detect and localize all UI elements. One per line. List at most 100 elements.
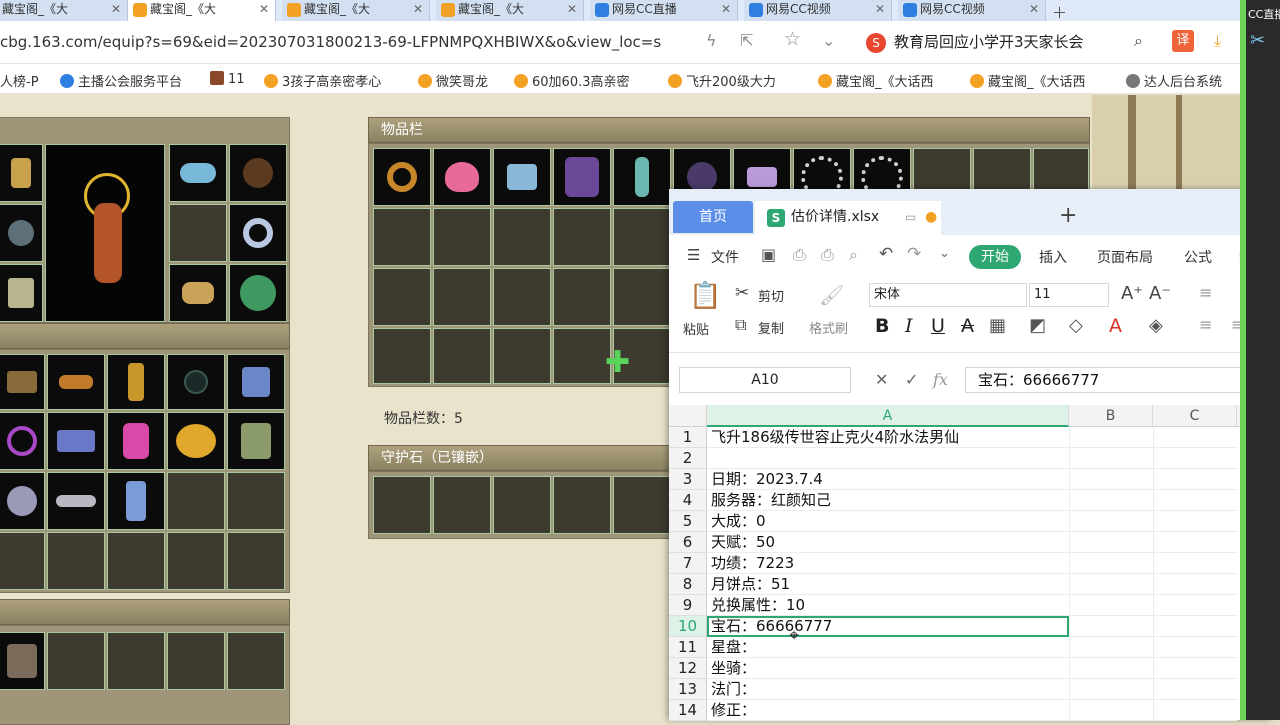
bag-slot[interactable] <box>107 472 165 530</box>
bag-slot[interactable] <box>0 412 45 470</box>
empty-slot[interactable] <box>167 472 225 530</box>
url-field[interactable]: cbg.163.com/equip?s=69&eid=2023070318002… <box>0 33 690 51</box>
browser-tab[interactable]: 藏宝阁_《大 ✕ <box>0 0 128 21</box>
cell-c[interactable] <box>1153 448 1237 469</box>
menu-home[interactable]: 开始 <box>969 245 1021 269</box>
screen-icon[interactable]: ▭ <box>905 201 916 233</box>
cut-button[interactable]: 剪切 <box>758 286 784 305</box>
close-tab-icon[interactable]: ✕ <box>1029 0 1039 19</box>
cell-c[interactable] <box>1153 469 1237 490</box>
cell-a[interactable]: 星盘： <box>707 637 1069 658</box>
inventory-slot[interactable] <box>553 148 611 206</box>
cell-b[interactable] <box>1069 490 1153 511</box>
formula-input[interactable]: 宝石：66666777 <box>965 367 1247 393</box>
browser-tab[interactable]: 藏宝阁_《大 ✕ <box>436 0 584 21</box>
cell-b[interactable] <box>1069 700 1153 721</box>
bag-slot[interactable] <box>167 354 225 410</box>
row-header[interactable]: 12 <box>669 658 707 679</box>
empty-slot[interactable] <box>433 476 491 534</box>
cell-b[interactable] <box>1069 658 1153 679</box>
translate-icon[interactable]: 译 <box>1172 30 1194 52</box>
close-tab-icon[interactable]: ✕ <box>721 0 731 19</box>
equipment-slot[interactable] <box>0 264 43 322</box>
close-tab-icon[interactable]: ✕ <box>875 0 885 19</box>
print-icon[interactable]: ⎙ <box>821 245 834 265</box>
empty-slot[interactable] <box>107 632 165 690</box>
cell-c[interactable] <box>1153 637 1237 658</box>
cell-c[interactable] <box>1153 658 1237 679</box>
cell-a[interactable]: 功绩：7223 <box>707 553 1069 574</box>
row-header[interactable]: 8 <box>669 574 707 595</box>
format-painter-button[interactable]: 格式刷 <box>809 318 848 337</box>
empty-slot[interactable] <box>553 208 611 266</box>
cell-b[interactable] <box>1069 511 1153 532</box>
empty-slot[interactable] <box>493 208 551 266</box>
row-header[interactable]: 10 <box>669 616 707 637</box>
preview-icon[interactable]: ⌕ <box>849 245 858 265</box>
empty-slot[interactable] <box>433 328 491 384</box>
corner-select-all[interactable] <box>669 405 707 427</box>
row-header[interactable]: 5 <box>669 511 707 532</box>
cell-b[interactable] <box>1069 553 1153 574</box>
italic-icon[interactable]: I <box>905 315 913 337</box>
empty-slot[interactable] <box>227 532 285 590</box>
cell-a[interactable]: 服务器：红颜知己 <box>707 490 1069 511</box>
bookmark-item[interactable]: 3孩子高亲密孝心 <box>264 71 381 90</box>
cell-c[interactable] <box>1153 679 1237 700</box>
cell-c[interactable] <box>1153 700 1237 721</box>
empty-slot[interactable] <box>433 208 491 266</box>
align-top-icon[interactable]: ≡ <box>1199 283 1212 302</box>
bookmark-item[interactable]: 达人后台系统 <box>1126 71 1222 90</box>
font-color-icon[interactable]: A <box>1109 315 1122 337</box>
cell-b[interactable] <box>1069 427 1153 448</box>
browser-tab[interactable]: 藏宝阁_《大 ✕ <box>282 0 430 21</box>
row-header[interactable]: 9 <box>669 595 707 616</box>
file-tab[interactable]: S 估价详情.xlsx ▭ ● <box>755 201 941 235</box>
browser-tab[interactable]: 网易CC直播 ✕ <box>590 0 738 21</box>
cell-b[interactable] <box>1069 595 1153 616</box>
cell-a[interactable]: 修正： <box>707 700 1069 721</box>
inventory-slot[interactable] <box>373 148 431 206</box>
cell-a[interactable]: 飞升186级传世容止克火4阶水法男仙 <box>707 427 1069 448</box>
cell-c[interactable] <box>1153 553 1237 574</box>
underline-icon[interactable]: U <box>931 315 945 337</box>
copy-icon[interactable]: ⧉ <box>735 315 746 335</box>
new-tab-icon[interactable]: + <box>1059 203 1077 228</box>
cut-icon[interactable]: ✂ <box>735 283 749 303</box>
bookmark-item[interactable]: 主播公会服务平台 <box>60 71 182 90</box>
fx-icon[interactable]: fx <box>933 370 948 389</box>
row-header[interactable]: 7 <box>669 553 707 574</box>
column-header-a[interactable]: A <box>707 405 1069 427</box>
bag-slot[interactable] <box>47 412 105 470</box>
row-header[interactable]: 4 <box>669 490 707 511</box>
bag-slot[interactable] <box>227 354 285 410</box>
empty-slot[interactable] <box>107 532 165 590</box>
empty-slot[interactable] <box>167 532 225 590</box>
save-icon[interactable]: ▣ <box>761 245 776 264</box>
cell-a[interactable] <box>707 448 1069 469</box>
cell-b[interactable] <box>1069 448 1153 469</box>
bookmark-item[interactable]: 藏宝阁_《大话西 <box>818 71 934 90</box>
row-header[interactable]: 11 <box>669 637 707 658</box>
cell-c[interactable] <box>1153 616 1237 637</box>
close-tab-icon[interactable]: ✕ <box>259 0 269 19</box>
browser-tab-active[interactable]: 藏宝阁_《大 ✕ <box>128 0 276 21</box>
empty-slot[interactable] <box>493 476 551 534</box>
cell-c[interactable] <box>1153 574 1237 595</box>
equipment-slot[interactable] <box>0 204 43 262</box>
menu-insert[interactable]: 插入 <box>1039 247 1067 267</box>
close-tab-icon[interactable]: ✕ <box>111 0 121 19</box>
bold-icon[interactable]: B <box>875 315 889 337</box>
row-header[interactable]: 3 <box>669 469 707 490</box>
cell-c[interactable] <box>1153 427 1237 448</box>
equipment-slot[interactable] <box>229 264 287 322</box>
empty-slot[interactable] <box>553 476 611 534</box>
empty-slot[interactable] <box>227 632 285 690</box>
cell-a[interactable]: 坐骑： <box>707 658 1069 679</box>
empty-slot[interactable] <box>553 268 611 326</box>
bookmark-item[interactable]: 11 <box>210 71 245 87</box>
browser-tab[interactable]: 网易CC视频 ✕ <box>744 0 892 21</box>
font-name-select[interactable]: 宋体 <box>869 283 1027 307</box>
row-header[interactable]: 13 <box>669 679 707 700</box>
empty-slot[interactable] <box>47 532 105 590</box>
